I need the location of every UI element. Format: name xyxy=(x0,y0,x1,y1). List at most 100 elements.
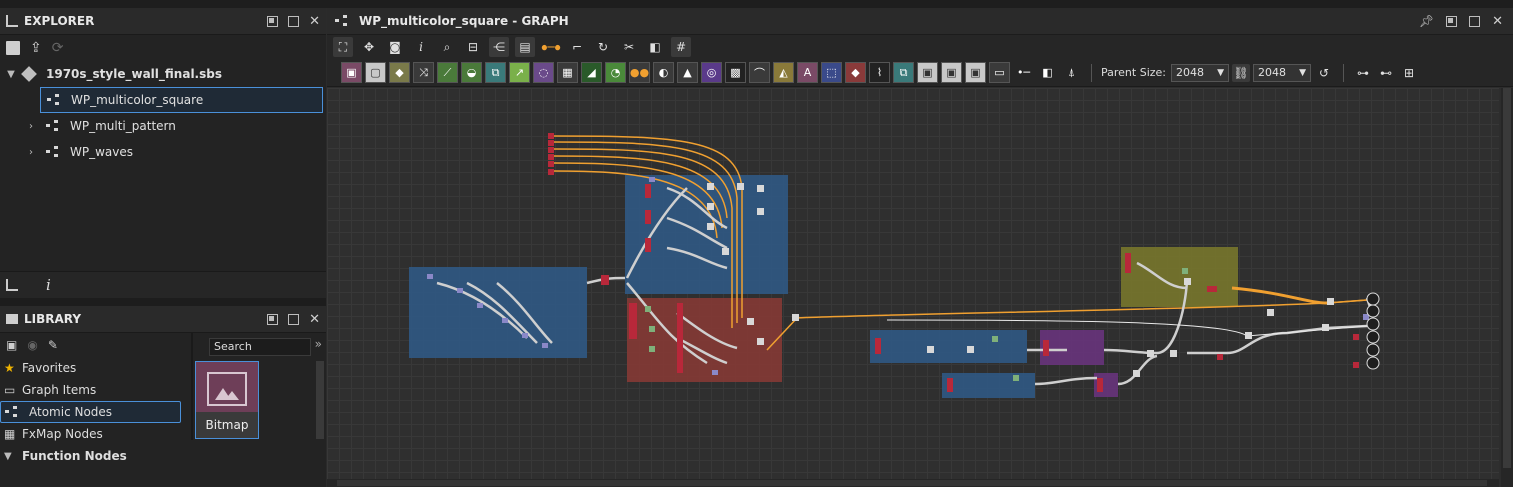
color-wheel-node-icon[interactable]: ◎ xyxy=(701,62,722,83)
curve-node-icon[interactable]: ⟋ xyxy=(437,62,458,83)
refresh-icon[interactable]: ↻ xyxy=(593,37,613,57)
link-aspect-icon[interactable]: ⛓ xyxy=(1232,63,1250,82)
float-panel-icon[interactable] xyxy=(267,15,279,27)
chevron-down-icon[interactable]: ▼ xyxy=(4,451,22,462)
align-horizontal-icon[interactable]: ⊶ xyxy=(1353,63,1373,83)
frame-olive-1 xyxy=(1121,247,1238,307)
comment-node-icon[interactable]: ▭ xyxy=(989,62,1010,83)
category-label: FxMap Nodes xyxy=(22,427,103,441)
graph-canvas[interactable] xyxy=(327,88,1499,487)
warp-node-icon[interactable]: ◌ xyxy=(533,62,554,83)
bitmap-node-icon[interactable]: ▣ xyxy=(341,62,362,83)
distance-node-icon[interactable]: ⬚ xyxy=(821,62,842,83)
graph-item-0[interactable]: WP_multicolor_square xyxy=(40,87,323,113)
library-category-fxmap-nodes[interactable]: ▦ FxMap Nodes xyxy=(0,423,191,445)
comment-icon: ▭ xyxy=(4,383,16,397)
parent-size-label: Parent Size: xyxy=(1101,66,1166,79)
refresh-icon[interactable]: ◉ xyxy=(27,338,37,352)
hsl-node-icon[interactable]: ◔ xyxy=(605,62,626,83)
edge-node-icon[interactable]: ⌒ xyxy=(749,62,770,83)
grid-node-icon[interactable]: ▦ xyxy=(557,62,578,83)
blend-node-icon[interactable]: ◒ xyxy=(461,62,482,83)
chevron-down-icon[interactable]: ▼ xyxy=(4,69,18,80)
tools-icon[interactable]: ✂ xyxy=(619,37,639,57)
add-folder-icon[interactable]: ▣ xyxy=(6,338,17,352)
library-category-graph-items[interactable]: ▭ Graph Items xyxy=(0,379,191,401)
library-category-function-nodes[interactable]: ▼ Function Nodes xyxy=(0,445,191,467)
text-node-icon[interactable]: A xyxy=(797,62,818,83)
pan-icon[interactable]: ✥ xyxy=(359,37,379,57)
gradient-node-icon[interactable]: ↗ xyxy=(509,62,530,83)
fill-node-icon[interactable]: ◆ xyxy=(845,62,866,83)
layout-icon[interactable]: ⋲ xyxy=(489,37,509,57)
search-box[interactable]: Search xyxy=(209,338,311,356)
float-panel-icon[interactable] xyxy=(1446,15,1458,27)
library-category-favorites[interactable]: ★ Favorites xyxy=(0,357,191,379)
library-category-atomic-nodes[interactable]: Atomic Nodes xyxy=(0,401,181,423)
graph-item-1[interactable]: › WP_multi_pattern xyxy=(0,113,326,139)
search-input[interactable]: Search xyxy=(214,340,252,353)
levels-node-icon[interactable]: ◢ xyxy=(581,62,602,83)
library-item-bitmap[interactable]: Bitmap xyxy=(195,361,259,439)
camera-icon[interactable]: ◙ xyxy=(385,37,405,57)
chevron-right-icon[interactable]: › xyxy=(24,147,38,158)
noise-node-icon[interactable]: ▩ xyxy=(725,62,746,83)
maximize-panel-icon[interactable] xyxy=(1469,15,1481,27)
info-icon[interactable]: i xyxy=(411,37,431,57)
graph-toolbar-main: ⛶ ✥ ◙ i ⌕ ⊟ ⋲ ▤ ⦁─⦁ ⌐ ↻ ✂ ◧ # xyxy=(327,35,1513,59)
switch-node-icon[interactable]: ●● xyxy=(629,62,650,83)
pencil-icon[interactable]: ✎ xyxy=(48,338,58,352)
close-panel-icon[interactable]: ✕ xyxy=(1492,15,1503,28)
svg-node-icon[interactable]: ▢ xyxy=(365,62,386,83)
library-title: LIBRARY xyxy=(24,312,82,326)
float-panel-icon[interactable] xyxy=(267,313,279,325)
maximize-panel-icon[interactable] xyxy=(288,313,300,325)
link-style-icon[interactable]: ⦁─⦁ xyxy=(541,37,561,57)
parent-size-height-select[interactable]: 2048 ▼ xyxy=(1253,63,1311,82)
transform-node-icon[interactable]: ⧉ xyxy=(485,62,506,83)
pixel-processor-node-icon[interactable]: ◭ xyxy=(773,62,794,83)
connector-icon[interactable]: ⌐ xyxy=(567,37,587,57)
vertical-scrollbar[interactable] xyxy=(1501,88,1513,487)
value-node-icon[interactable]: ⌇ xyxy=(869,62,890,83)
contrast-node-icon[interactable]: ◐ xyxy=(653,62,674,83)
reset-size-icon[interactable]: ↺ xyxy=(1314,63,1334,83)
output-node-icon[interactable]: ▣ xyxy=(941,62,962,83)
close-panel-icon[interactable]: ✕ xyxy=(309,15,320,28)
node-graph[interactable] xyxy=(327,88,1499,487)
frame-node-icon[interactable]: ◧ xyxy=(1037,62,1058,83)
frame-icon[interactable]: ▤ xyxy=(515,37,535,57)
close-panel-icon[interactable]: ✕ xyxy=(309,313,320,326)
grid-snap-icon[interactable]: # xyxy=(671,37,691,57)
expand-arrow-icon[interactable]: » xyxy=(315,337,322,351)
horizontal-scrollbar[interactable] xyxy=(327,479,1499,487)
preview-icon[interactable]: ◧ xyxy=(645,37,665,57)
dot-node-icon[interactable]: •─ xyxy=(1013,62,1034,83)
graph-instance-node-icon[interactable]: ▣ xyxy=(965,62,986,83)
search-icon[interactable]: ⌕ xyxy=(437,37,457,57)
uniform-color-node-icon[interactable]: ◆ xyxy=(389,62,410,83)
maximize-panel-icon[interactable] xyxy=(288,15,300,27)
chevron-right-icon[interactable]: › xyxy=(24,121,38,132)
frame-all-icon[interactable]: ⛶ xyxy=(333,37,353,57)
graph-item-2[interactable]: › WP_waves xyxy=(0,139,326,165)
align-icon[interactable]: ⊟ xyxy=(463,37,483,57)
input-node-icon[interactable]: ▣ xyxy=(917,62,938,83)
histogram-node-icon[interactable]: ▲ xyxy=(677,62,698,83)
hierarchy-icon[interactable] xyxy=(6,279,18,291)
parent-size-width-select[interactable]: 2048 ▼ xyxy=(1171,63,1229,82)
reload-icon[interactable]: ⟳ xyxy=(52,40,64,56)
distribute-icon[interactable]: ⊞ xyxy=(1399,63,1419,83)
align-vertical-icon[interactable]: ⊷ xyxy=(1376,63,1396,83)
publish-icon[interactable]: ⇪ xyxy=(30,40,42,56)
tile-node-icon[interactable]: ⧉ xyxy=(893,62,914,83)
package-row[interactable]: ▼ 1970s_style_wall_final.sbs xyxy=(0,61,326,87)
pin-node-icon[interactable]: ⍋ xyxy=(1061,62,1082,83)
panel-splitter[interactable] xyxy=(0,298,326,306)
info-icon[interactable]: i xyxy=(46,276,51,294)
save-icon[interactable] xyxy=(6,41,20,55)
pin-icon[interactable]: 📌︎ xyxy=(1419,14,1434,28)
graph-icon xyxy=(46,146,62,158)
library-scrollbar[interactable] xyxy=(316,361,324,439)
shuffle-node-icon[interactable]: ⤨ xyxy=(413,62,434,83)
